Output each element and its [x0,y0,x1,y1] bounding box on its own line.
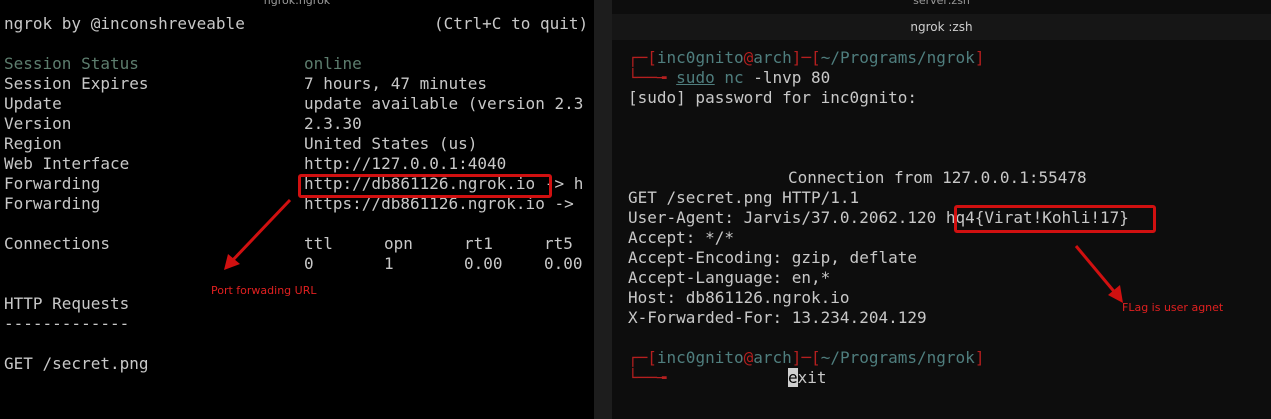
left-terminal-pane[interactable]: ngrok:ngrok ngrok by @inconshreveable (C… [0,0,594,419]
flag-annotation-text: FLag is user agnet [1122,301,1224,314]
pane-divider[interactable] [594,0,612,419]
forwarding-annotation-text: Port forwading URL [211,284,317,297]
right-terminal-pane[interactable]: server:zsh ngrok :zsh ┌─[inc0gnito@arch]… [612,0,1271,419]
forwarding-annotation-arrow-icon [224,198,292,270]
flag-annotation-arrow-icon [1074,245,1123,303]
